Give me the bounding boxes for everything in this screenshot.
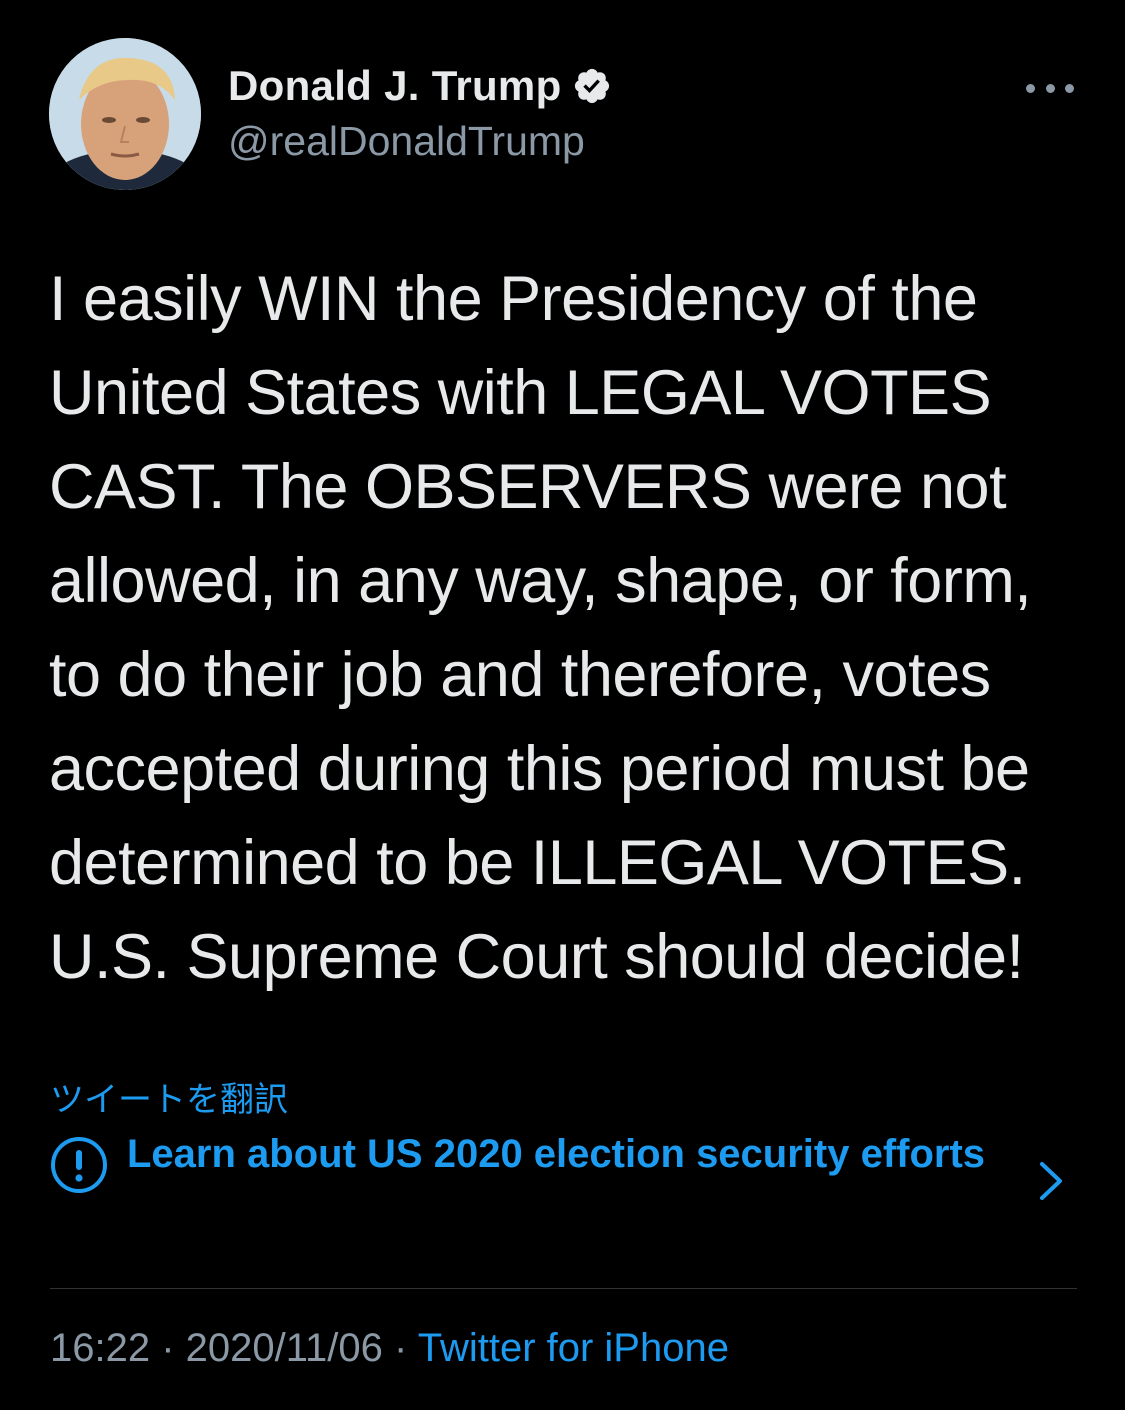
tweet-time[interactable]: 16:22 (50, 1326, 150, 1370)
tweet-meta: 16:22 · 2020/11/06 · Twitter for iPhone (50, 1326, 729, 1371)
translate-tweet-link[interactable]: ツイートを翻訳 (50, 1072, 288, 1121)
verified-badge-icon (572, 66, 612, 106)
avatar[interactable] (49, 38, 201, 190)
tweet-date[interactable]: 2020/11/06 (186, 1326, 383, 1370)
author-name-row[interactable]: Donald J. Trump (228, 62, 612, 110)
author-display-name[interactable]: Donald J. Trump (228, 62, 562, 110)
more-dot (1065, 83, 1074, 93)
chevron-right-icon[interactable] (1036, 1158, 1066, 1204)
exclamation-circle-icon (50, 1136, 108, 1194)
tweet-detail: Donald J. Trump @realDonaldTrump I easil… (0, 0, 1125, 1410)
meta-separator: · (150, 1326, 186, 1370)
tweet-text: I easily WIN the Presidency of the Unite… (49, 264, 1032, 992)
more-dot (1045, 83, 1055, 93)
more-horizontal-icon[interactable] (1026, 74, 1074, 102)
tweet-source-link[interactable]: Twitter for iPhone (418, 1326, 729, 1370)
avatar-image (49, 38, 201, 190)
election-notice[interactable]: Learn about US 2020 election security ef… (50, 1128, 1080, 1238)
election-notice-text[interactable]: Learn about US 2020 election security ef… (127, 1128, 1007, 1180)
author-handle[interactable]: @realDonaldTrump (228, 118, 585, 165)
divider (50, 1288, 1077, 1289)
more-dot (1026, 83, 1035, 93)
meta-separator: · (382, 1326, 418, 1370)
